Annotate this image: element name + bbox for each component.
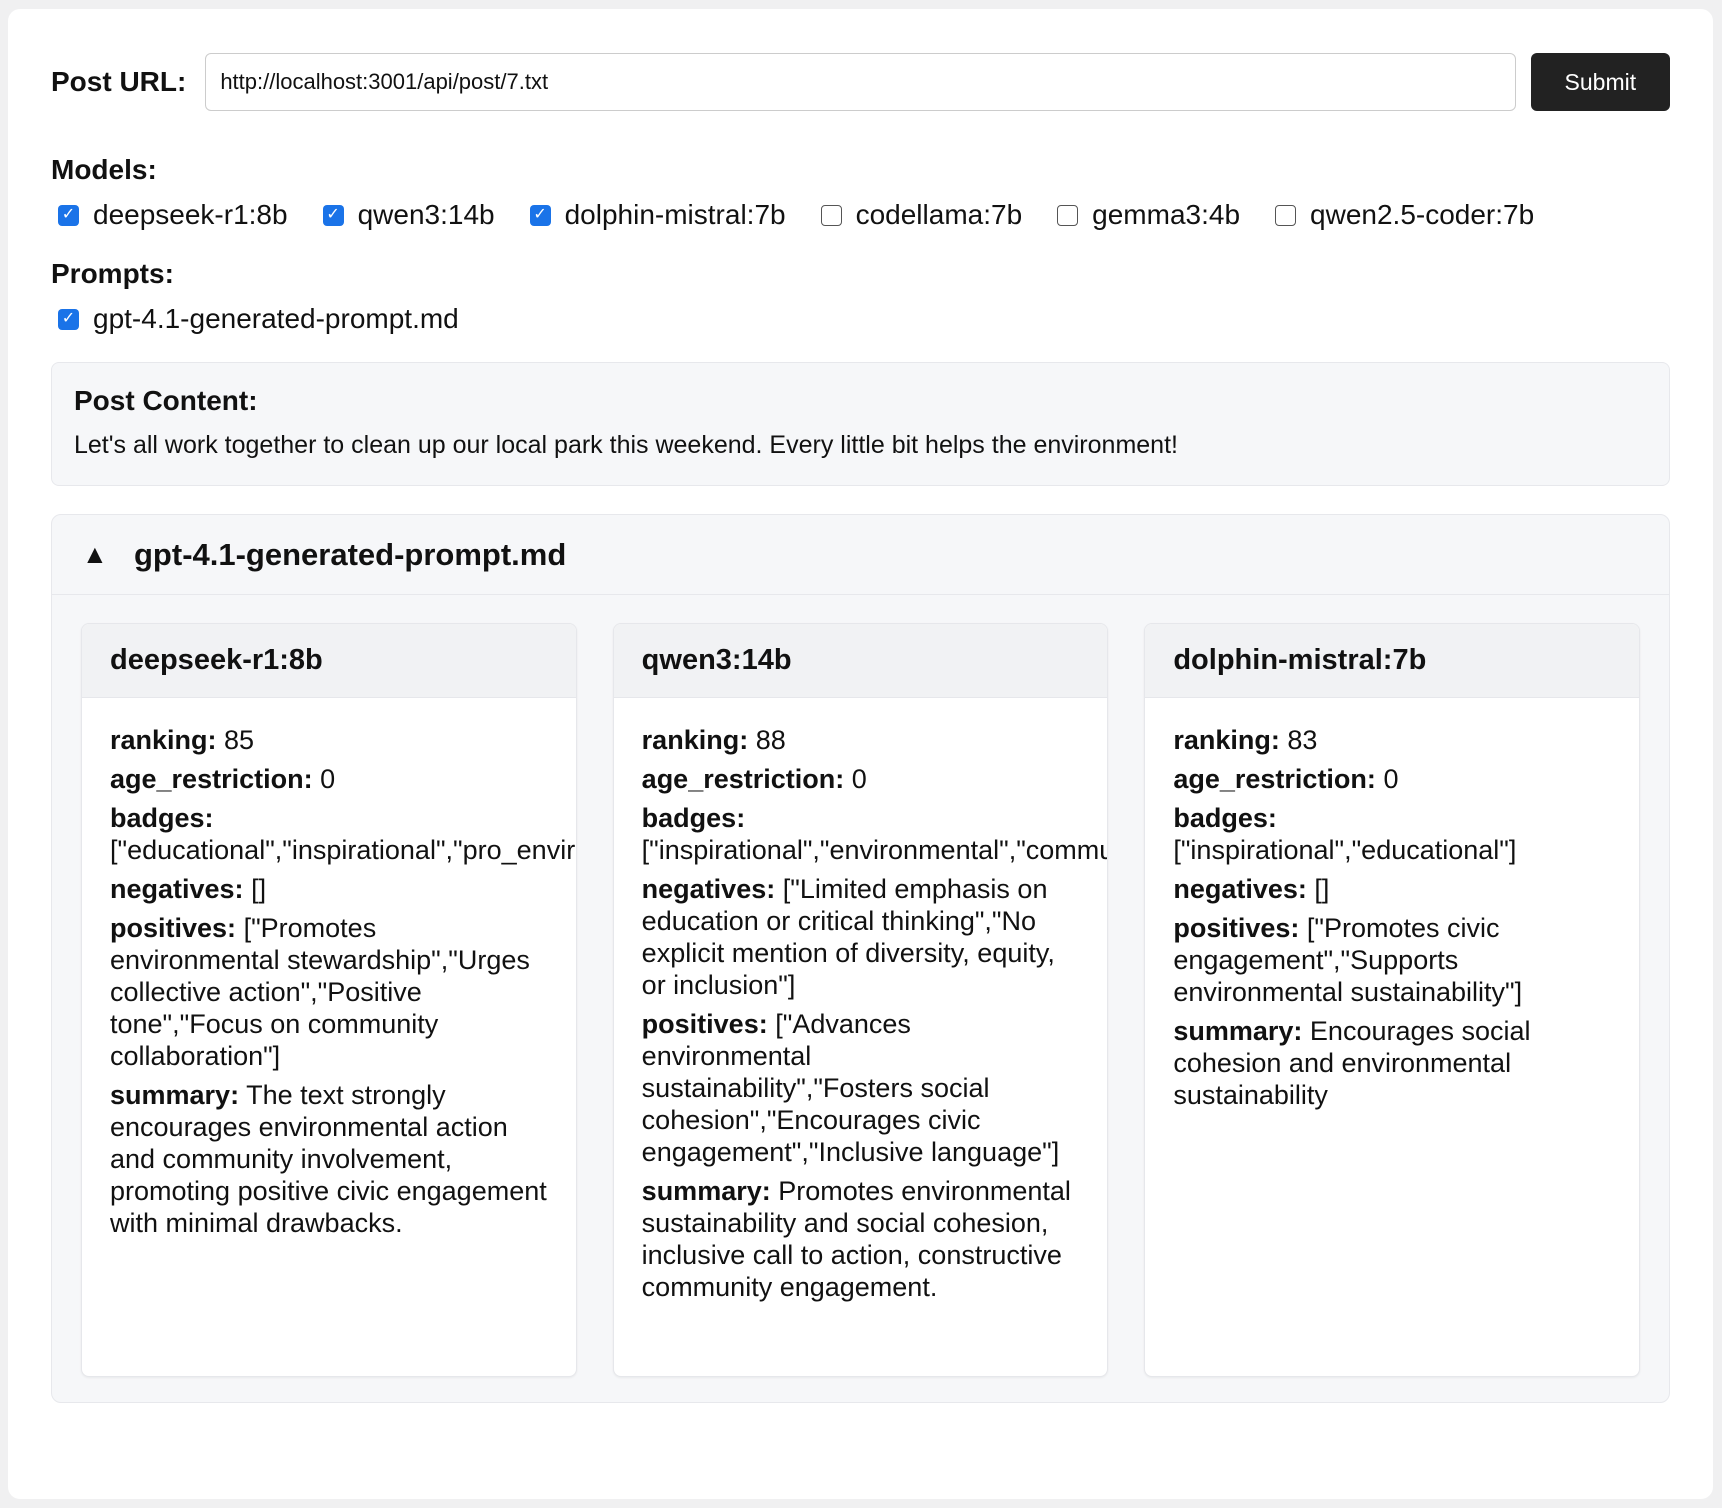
- url-row: Post URL: Submit: [51, 53, 1670, 111]
- field-label: age_restriction:: [1173, 764, 1376, 794]
- checkbox-checked-icon[interactable]: ✓: [58, 308, 79, 330]
- prompt-results-accordion: ▲ gpt-4.1-generated-prompt.md deepseek-r…: [51, 514, 1670, 1403]
- age-restriction-field: age_restriction: 0: [110, 763, 548, 795]
- prompt-option[interactable]: ✓ gpt-4.1-generated-prompt.md: [51, 303, 459, 335]
- post-content-panel: Post Content: Let's all work together to…: [51, 362, 1670, 486]
- age-restriction-value: 0: [1383, 764, 1399, 794]
- model-option-label: dolphin-mistral:7b: [564, 199, 786, 230]
- age-restriction-value: 0: [320, 764, 336, 794]
- result-card: qwen3:14b ranking: 88 age_restriction: 0…: [612, 623, 1109, 1377]
- model-option-gemma3[interactable]: gemma3:4b: [1050, 199, 1240, 231]
- accordion-title: gpt-4.1-generated-prompt.md: [134, 536, 567, 572]
- post-content-title: Post Content:: [74, 385, 258, 416]
- field-label: negatives:: [110, 874, 244, 904]
- negatives-value: []: [251, 874, 267, 904]
- age-restriction-field: age_restriction: 0: [642, 763, 1080, 795]
- post-content-text: Let's all work together to clean up our …: [74, 431, 1178, 459]
- badges-value: ["educational","inspirational","pro_envi…: [110, 835, 576, 865]
- checkbox-unchecked-icon[interactable]: [1275, 204, 1297, 226]
- field-label: age_restriction:: [110, 764, 313, 794]
- model-option-dolphin-mistral[interactable]: ✓ dolphin-mistral:7b: [523, 199, 786, 231]
- prompts-label: Prompts:: [51, 258, 174, 289]
- negatives-field: negatives: []: [110, 873, 548, 905]
- result-cards: deepseek-r1:8b ranking: 85 age_restricti…: [52, 595, 1669, 1377]
- field-label: positives:: [641, 1009, 768, 1039]
- age-restriction-value: 0: [851, 764, 867, 794]
- card-model-name: dolphin-mistral:7b: [1145, 624, 1640, 698]
- model-option-qwen2-5-coder[interactable]: qwen2.5-coder:7b: [1268, 199, 1534, 231]
- badges-field: badges: ["educational","inspirational","p…: [110, 802, 576, 866]
- field-label: badges:: [1173, 803, 1277, 833]
- model-option-deepseek-r1[interactable]: ✓ deepseek-r1:8b: [51, 199, 288, 231]
- card-body: ranking: 83 age_restriction: 0 badges: ["…: [1145, 698, 1639, 1111]
- age-restriction-field: age_restriction: 0: [1173, 763, 1611, 795]
- field-label: ranking:: [1173, 725, 1280, 755]
- badges-field: badges: ["inspirational","environmental",…: [641, 802, 1108, 866]
- negatives-field: negatives: []: [1173, 873, 1611, 905]
- field-label: positives:: [110, 913, 237, 943]
- prompts-checkbox-group: ✓ gpt-4.1-generated-prompt.md: [51, 302, 1670, 336]
- negatives-field: negatives: ["Limited emphasis on educati…: [642, 873, 1080, 1001]
- badges-value: ["inspirational","educational"]: [1173, 835, 1517, 865]
- badges-value: ["inspirational","environmental","commun…: [641, 835, 1108, 865]
- field-label: summary:: [641, 1176, 771, 1206]
- card-model-name: deepseek-r1:8b: [82, 624, 576, 698]
- ranking-field: ranking: 83: [1173, 724, 1611, 756]
- models-checkbox-group: ✓ deepseek-r1:8b ✓ qwen3:14b ✓ dolphin-m…: [51, 198, 1670, 232]
- positives-field: positives: ["Promotes civic engagement",…: [1173, 912, 1611, 1008]
- badges-field: badges: ["inspirational","educational"]: [1173, 802, 1611, 866]
- summary-field: summary: Encourages social cohesion and …: [1173, 1015, 1611, 1111]
- field-label: badges:: [641, 803, 746, 833]
- field-label: badges:: [110, 803, 214, 833]
- card-model-name: qwen3:14b: [613, 624, 1108, 698]
- ranking-value: 85: [224, 725, 255, 755]
- checkbox-checked-icon[interactable]: ✓: [58, 204, 79, 226]
- result-card: dolphin-mistral:7b ranking: 83 age_restr…: [1144, 623, 1641, 1377]
- checkbox-checked-icon[interactable]: ✓: [529, 204, 551, 226]
- submit-button[interactable]: Submit: [1530, 53, 1670, 111]
- accordion-header[interactable]: ▲ gpt-4.1-generated-prompt.md: [52, 515, 1669, 595]
- checkbox-unchecked-icon[interactable]: [820, 204, 842, 226]
- ranking-field: ranking: 85: [110, 724, 548, 756]
- checkbox-unchecked-icon[interactable]: [1057, 204, 1079, 226]
- model-option-label: qwen2.5-coder:7b: [1310, 199, 1535, 230]
- negatives-value: []: [1314, 874, 1330, 904]
- field-label: negatives:: [1173, 874, 1307, 904]
- models-label: Models:: [51, 154, 157, 185]
- field-label: summary:: [1173, 1016, 1303, 1046]
- summary-field: summary: The text strongly encourages en…: [110, 1079, 548, 1239]
- model-option-codellama[interactable]: codellama:7b: [814, 199, 1023, 231]
- model-option-label: qwen3:14b: [357, 199, 495, 230]
- prompt-option-label: gpt-4.1-generated-prompt.md: [93, 303, 459, 334]
- main-panel: Post URL: Submit Models: ✓ deepseek-r1:8…: [8, 9, 1713, 1499]
- ranking-value: 83: [1287, 725, 1318, 755]
- post-url-label: Post URL:: [51, 66, 187, 97]
- card-body: ranking: 88 age_restriction: 0 badges: ["…: [614, 698, 1108, 1303]
- positives-field: positives: ["Advances environmental sust…: [642, 1008, 1080, 1168]
- checkbox-checked-icon[interactable]: ✓: [322, 204, 344, 226]
- collapse-arrow-icon[interactable]: ▲: [82, 539, 134, 570]
- summary-field: summary: Promotes environmental sustaina…: [642, 1175, 1080, 1303]
- model-option-label: deepseek-r1:8b: [93, 199, 288, 230]
- ranking-value: 88: [755, 725, 786, 755]
- field-label: ranking:: [641, 725, 749, 755]
- field-label: age_restriction:: [641, 764, 845, 794]
- field-label: ranking:: [110, 725, 217, 755]
- model-option-label: codellama:7b: [855, 199, 1023, 230]
- result-card: deepseek-r1:8b ranking: 85 age_restricti…: [81, 623, 577, 1377]
- ranking-field: ranking: 88: [642, 724, 1080, 756]
- field-label: summary:: [110, 1080, 240, 1110]
- model-option-label: gemma3:4b: [1092, 199, 1241, 230]
- field-label: positives:: [1173, 913, 1300, 943]
- post-url-input[interactable]: [205, 53, 1516, 111]
- card-body: ranking: 85 age_restriction: 0 badges: ["…: [82, 698, 576, 1239]
- positives-field: positives: ["Promotes environmental stew…: [110, 912, 548, 1072]
- field-label: negatives:: [641, 874, 776, 904]
- model-option-qwen3[interactable]: ✓ qwen3:14b: [316, 199, 495, 231]
